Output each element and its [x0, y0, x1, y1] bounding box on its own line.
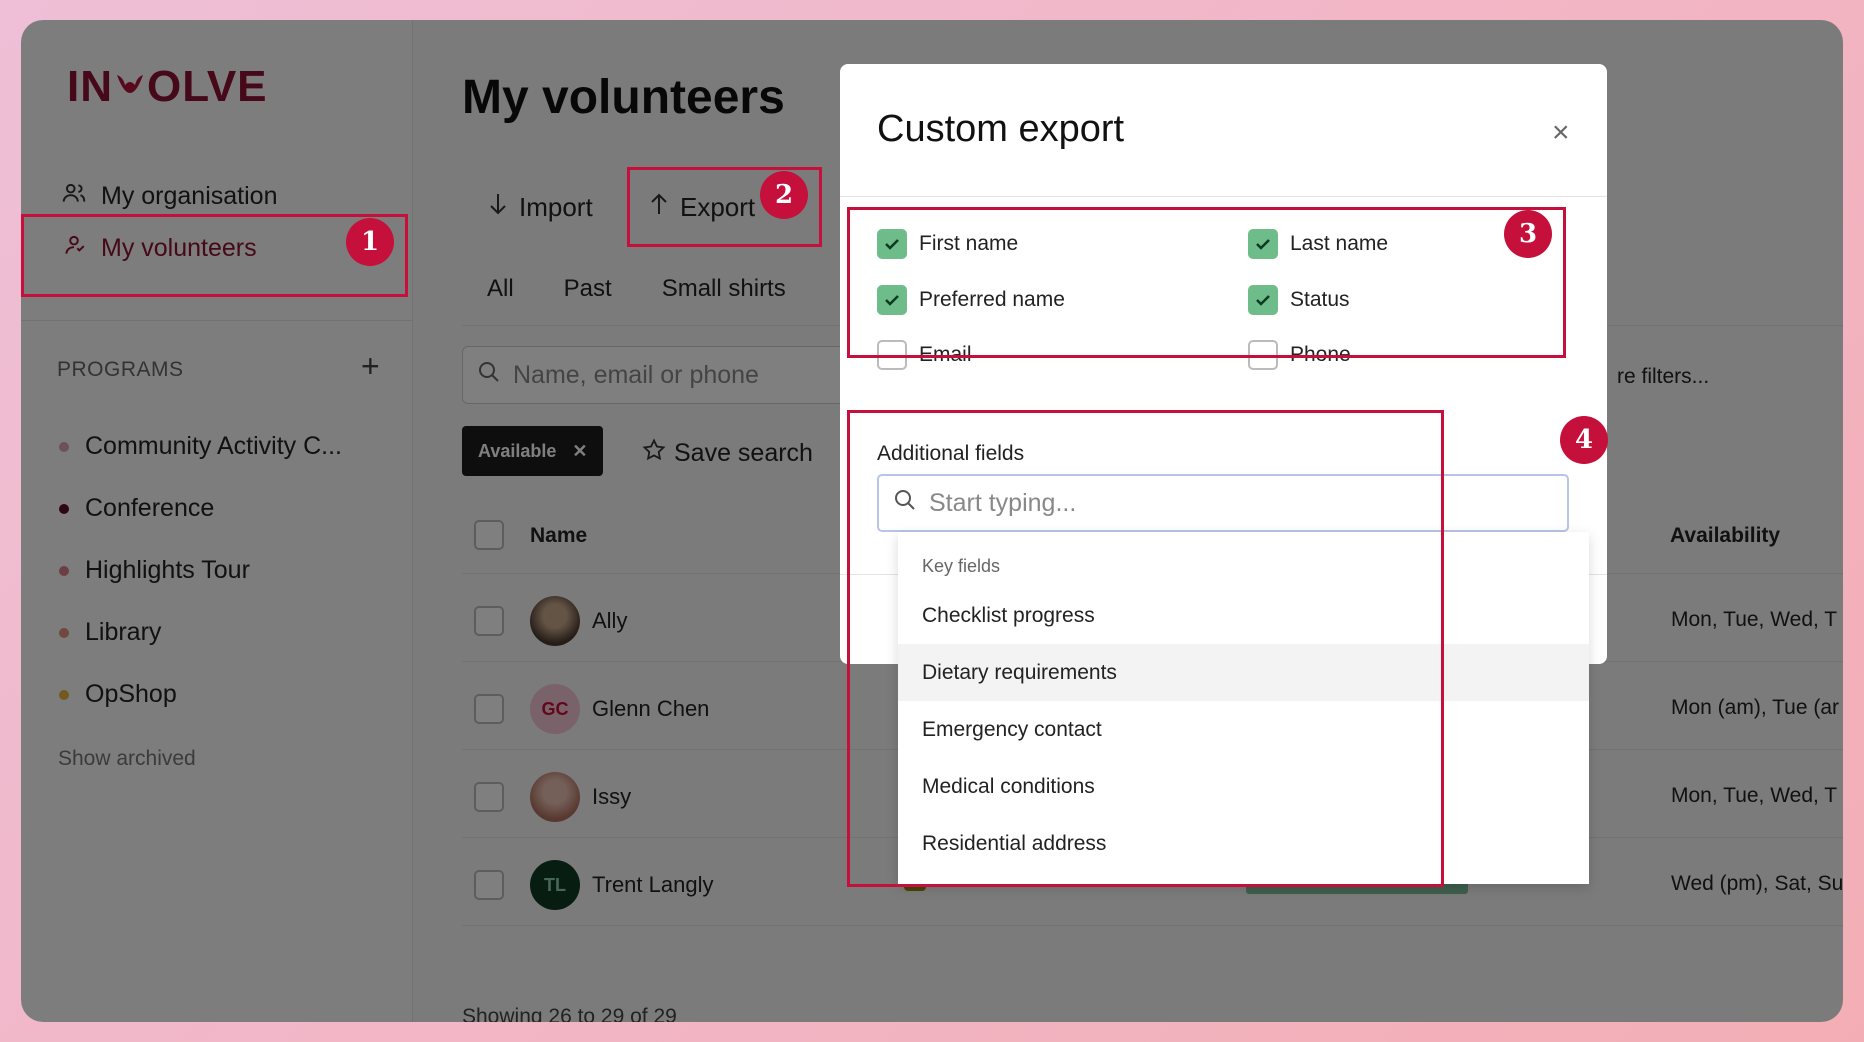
close-icon[interactable]: × — [1552, 116, 1570, 150]
annotation-badge: 4 — [1560, 416, 1608, 464]
app-frame: INOLVE My organisation My volunteers PRO… — [21, 20, 1843, 1022]
annotation-badge: 1 — [346, 218, 394, 266]
annotation-badge: 2 — [760, 171, 808, 219]
modal-title: Custom export — [877, 108, 1125, 150]
divider — [840, 196, 1607, 197]
annotation-box — [847, 410, 1444, 887]
annotation-box — [847, 207, 1566, 358]
annotation-badge: 3 — [1504, 210, 1552, 258]
